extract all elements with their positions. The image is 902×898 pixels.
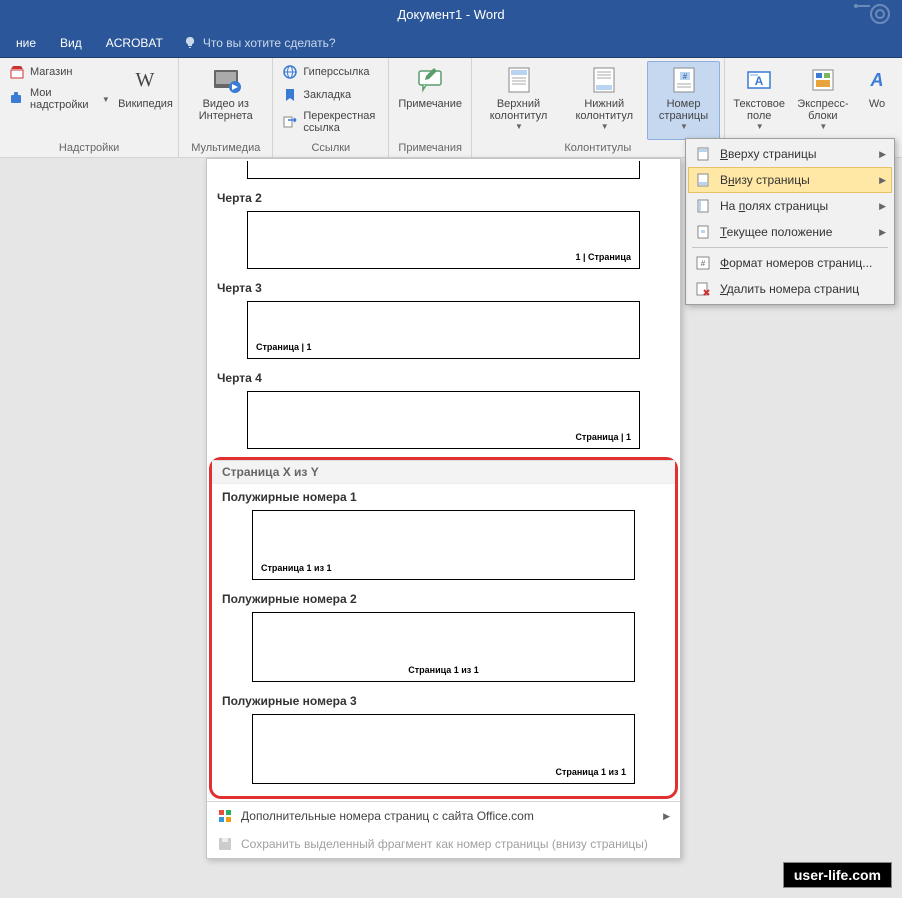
svg-text:#: # (682, 72, 687, 81)
header-button[interactable]: Верхний колонтитул ▼ (476, 61, 561, 140)
chevron-right-icon: ▶ (879, 227, 886, 238)
wordart-icon: A (861, 64, 893, 96)
wikipedia-icon: W (129, 64, 161, 96)
menu-bottom-of-page[interactable]: Внизу страницы ▶ (688, 167, 892, 193)
format-icon: # (694, 254, 712, 272)
page-top-icon (694, 145, 712, 163)
svg-text:W: W (136, 69, 155, 91)
chevron-down-icon: ▼ (680, 122, 688, 131)
office-icon (217, 808, 233, 824)
chevron-down-icon: ▼ (756, 122, 764, 131)
chevron-down-icon: ▼ (601, 122, 609, 131)
page-preview: Страница 1 из 1 (252, 510, 635, 580)
page-margin-icon (694, 197, 712, 215)
title-bar: Документ1 - Word (0, 0, 902, 28)
wikipedia-button[interactable]: W Википедия (117, 61, 174, 140)
tab-partial[interactable]: ние (4, 28, 48, 58)
bookmark-button[interactable]: Закладка (277, 84, 384, 106)
document-title: Документ1 - Word (397, 7, 504, 22)
page-preview: Страница 1 из 1 (252, 612, 635, 682)
chevron-right-icon: ▶ (879, 149, 886, 160)
page-preview: 1 | Страница (247, 211, 640, 269)
text-box-button[interactable]: A Текстовое поле ▼ (729, 61, 790, 140)
gallery-item[interactable]: Полужирные номера 3 Страница 1 из 1 (212, 688, 675, 790)
chevron-down-icon: ▼ (102, 95, 110, 104)
page-preview: Страница 1 из 1 (252, 714, 635, 784)
svg-text:A: A (755, 74, 764, 88)
watermark: user-life.com (783, 862, 892, 888)
page-preview: Страница | 1 (247, 391, 640, 449)
bookmark-icon (282, 87, 298, 103)
my-addins-button[interactable]: Мои надстройки ▼ (4, 84, 115, 114)
menu-separator (692, 247, 888, 248)
remove-icon (694, 280, 712, 298)
store-button[interactable]: Магазин (4, 61, 115, 83)
group-comments: Примечание Примечания (389, 58, 472, 157)
page-number-gallery: Черта 2 1 | Страница Черта 3 Страница | … (206, 158, 681, 859)
group-label: Примечания (393, 140, 467, 157)
quick-parts-button[interactable]: Экспресс-блоки ▼ (792, 61, 854, 140)
group-label: Мультимедиа (183, 140, 268, 157)
tab-view[interactable]: Вид (48, 28, 94, 58)
group-label: Колонтитулы (476, 140, 720, 157)
footer-button[interactable]: Нижний колонтитул ▼ (563, 61, 645, 140)
page-number-menu: Вверху страницы ▶ Внизу страницы ▶ На по… (685, 138, 895, 305)
group-links: Гиперссылка Закладка Перекрестная ссылка… (273, 58, 389, 157)
svg-text:#: # (701, 259, 706, 268)
menu-page-margins[interactable]: На полях страницы ▶ (688, 193, 892, 219)
online-video-button[interactable]: Видео из Интернета (183, 61, 268, 140)
gallery-item[interactable] (207, 159, 680, 185)
hyperlink-icon (282, 64, 298, 80)
hyperlink-button[interactable]: Гиперссылка (277, 61, 384, 83)
gallery-item[interactable]: Черта 3 Страница | 1 (207, 275, 680, 365)
page-current-icon (694, 223, 712, 241)
gallery-item[interactable]: Полужирные номера 1 Страница 1 из 1 (212, 484, 675, 586)
tab-acrobat[interactable]: ACROBAT (94, 28, 175, 58)
header-icon (503, 64, 535, 96)
page-bottom-icon (694, 171, 712, 189)
chevron-down-icon: ▼ (819, 122, 827, 131)
page-number-icon: # (668, 64, 700, 96)
save-icon (217, 836, 233, 852)
group-media: Видео из Интернета Мультимедиа (179, 58, 273, 157)
page-number-button[interactable]: # Номер страницы ▼ (647, 61, 719, 140)
more-from-office-button[interactable]: Дополнительные номера страниц с сайта Of… (207, 802, 680, 830)
video-icon (210, 64, 242, 96)
ribbon-tabs: ние Вид ACROBAT Что вы хотите сделать? (0, 28, 902, 58)
gallery-item[interactable]: Черта 4 Страница | 1 (207, 365, 680, 455)
menu-top-of-page[interactable]: Вверху страницы ▶ (688, 141, 892, 167)
addins-icon (9, 91, 25, 107)
menu-remove-page-numbers[interactable]: Удалить номера страниц (688, 276, 892, 302)
svg-text:A: A (869, 70, 883, 90)
group-label: Ссылки (277, 140, 384, 157)
tell-me-search[interactable]: Что вы хотите сделать? (183, 36, 336, 50)
page-preview: Страница | 1 (247, 301, 640, 359)
comment-button[interactable]: Примечание (393, 61, 467, 140)
chevron-right-icon: ▶ (879, 175, 886, 186)
footer-icon (588, 64, 620, 96)
gallery-footer: Дополнительные номера страниц с сайта Of… (207, 801, 680, 858)
textbox-icon: A (743, 64, 775, 96)
chevron-right-icon: ▶ (663, 811, 670, 822)
quickparts-icon (807, 64, 839, 96)
lightbulb-icon (183, 36, 197, 50)
store-icon (9, 64, 25, 80)
chevron-right-icon: ▶ (879, 201, 886, 212)
gallery-item[interactable]: Черта 2 1 | Страница (207, 185, 680, 275)
highlighted-section: Страница X из Y Полужирные номера 1 Стра… (209, 457, 678, 799)
comment-icon (414, 64, 446, 96)
cross-reference-button[interactable]: Перекрестная ссылка (277, 107, 384, 137)
menu-format-page-numbers[interactable]: # Формат номеров страниц... (688, 250, 892, 276)
save-selection-button: Сохранить выделенный фрагмент как номер … (207, 830, 680, 858)
gallery-section-header: Страница X из Y (212, 460, 675, 484)
group-label: Надстройки (4, 140, 174, 157)
app-watermark-icon (852, 2, 892, 26)
group-addins: Магазин Мои надстройки ▼ W Википедия Над… (0, 58, 179, 157)
menu-current-position[interactable]: Текущее положение ▶ (688, 219, 892, 245)
gallery-item[interactable]: Полужирные номера 2 Страница 1 из 1 (212, 586, 675, 688)
chevron-down-icon: ▼ (515, 122, 523, 131)
crossref-icon (282, 114, 298, 130)
wordart-button[interactable]: A Wo (856, 61, 898, 140)
